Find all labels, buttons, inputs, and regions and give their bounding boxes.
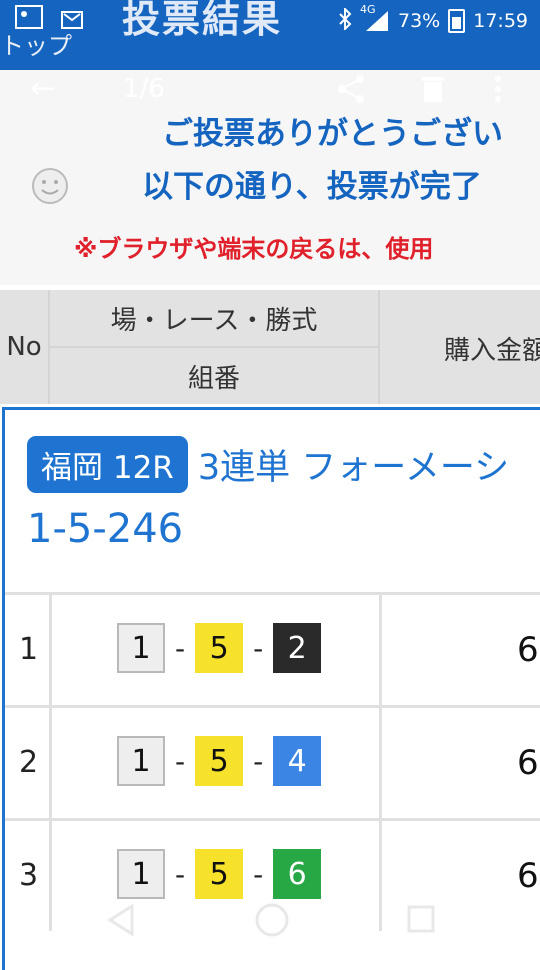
nav-recent-apps-icon[interactable]: [406, 904, 436, 934]
dash: -: [175, 857, 186, 891]
first-place-boat: 1: [117, 623, 165, 673]
message-line-1: ご投票ありがとうござい: [162, 116, 503, 152]
header-amount-cell: 購入金額: [380, 290, 540, 404]
system-nav-bar: [0, 888, 540, 960]
network-type: 4G: [360, 3, 376, 16]
third-place-boat: 4: [273, 736, 322, 786]
table-row: 2 1 - 5 - 4 60: [5, 708, 540, 818]
pick-combination: 1 - 5 - 2: [117, 623, 322, 673]
dash: -: [253, 744, 264, 778]
nav-home-icon[interactable]: [252, 900, 292, 940]
signal-icon: 4G: [360, 3, 390, 33]
header-combination: 組番: [50, 348, 378, 404]
delete-icon[interactable]: [420, 74, 446, 104]
battery-icon: [448, 9, 466, 33]
row-amount: 60: [517, 743, 540, 783]
dash: -: [253, 631, 264, 665]
row-number: 1: [19, 632, 39, 667]
table-row: 1 1 - 5 - 2 60: [5, 595, 540, 705]
dash: -: [175, 631, 186, 665]
second-place-boat: 5: [195, 623, 244, 673]
results-table-header: No 場・レース・勝式 組番 購入金額: [0, 290, 540, 404]
page-title: 投票結果: [122, 0, 283, 41]
message-line-2: 以下の通り、投票が完了: [142, 169, 482, 205]
status-bar: 4G 73% 17:59: [338, 3, 528, 38]
race-info-row: 福岡 12R 3連単 フォーメーシ: [27, 436, 509, 493]
header-middle: 場・レース・勝式 組番: [50, 290, 378, 404]
page-counter: 1/6: [123, 74, 165, 104]
dash: -: [253, 857, 264, 891]
top-nav-link[interactable]: トップ: [0, 26, 72, 61]
column-divider: [49, 708, 52, 818]
battery-percent: 73%: [398, 10, 441, 32]
clock: 17:59: [473, 10, 528, 32]
column-divider: [49, 595, 52, 705]
race-badge: 福岡 12R: [27, 436, 188, 493]
viewer-toolbar: ← 1/6: [0, 70, 540, 108]
back-arrow-icon[interactable]: ←: [30, 70, 55, 108]
column-divider: [379, 708, 382, 818]
nav-back-icon[interactable]: [104, 900, 138, 940]
third-place-boat: 2: [273, 623, 322, 673]
pick-combination: 1 - 5 - 4: [117, 736, 322, 786]
bet-type: 3連単 フォーメーシ: [197, 448, 510, 488]
share-icon[interactable]: [335, 74, 367, 104]
second-place-boat: 5: [195, 736, 244, 786]
more-options-icon[interactable]: [492, 74, 504, 104]
bet-block: 福岡 12R 3連単 フォーメーシ 1-5-246 1 1 - 5 - 2 60…: [2, 407, 540, 970]
dash: -: [175, 744, 186, 778]
smiley-icon[interactable]: [30, 166, 70, 206]
column-divider: [379, 595, 382, 705]
row-number: 2: [19, 745, 39, 780]
back-button-warning: ※ブラウザや端末の戻るは、使用: [74, 235, 434, 263]
bluetooth-icon: [338, 6, 352, 35]
header-no: No: [0, 290, 48, 404]
combination-summary: 1-5-246: [27, 506, 184, 552]
row-amount: 60: [517, 630, 540, 670]
first-place-boat: 1: [117, 736, 165, 786]
app-bar: 投票結果 トップ 4G 73% 17:59: [0, 0, 540, 70]
header-race-info: 場・レース・勝式: [50, 290, 378, 346]
header-amount: 購入金額: [444, 336, 540, 366]
